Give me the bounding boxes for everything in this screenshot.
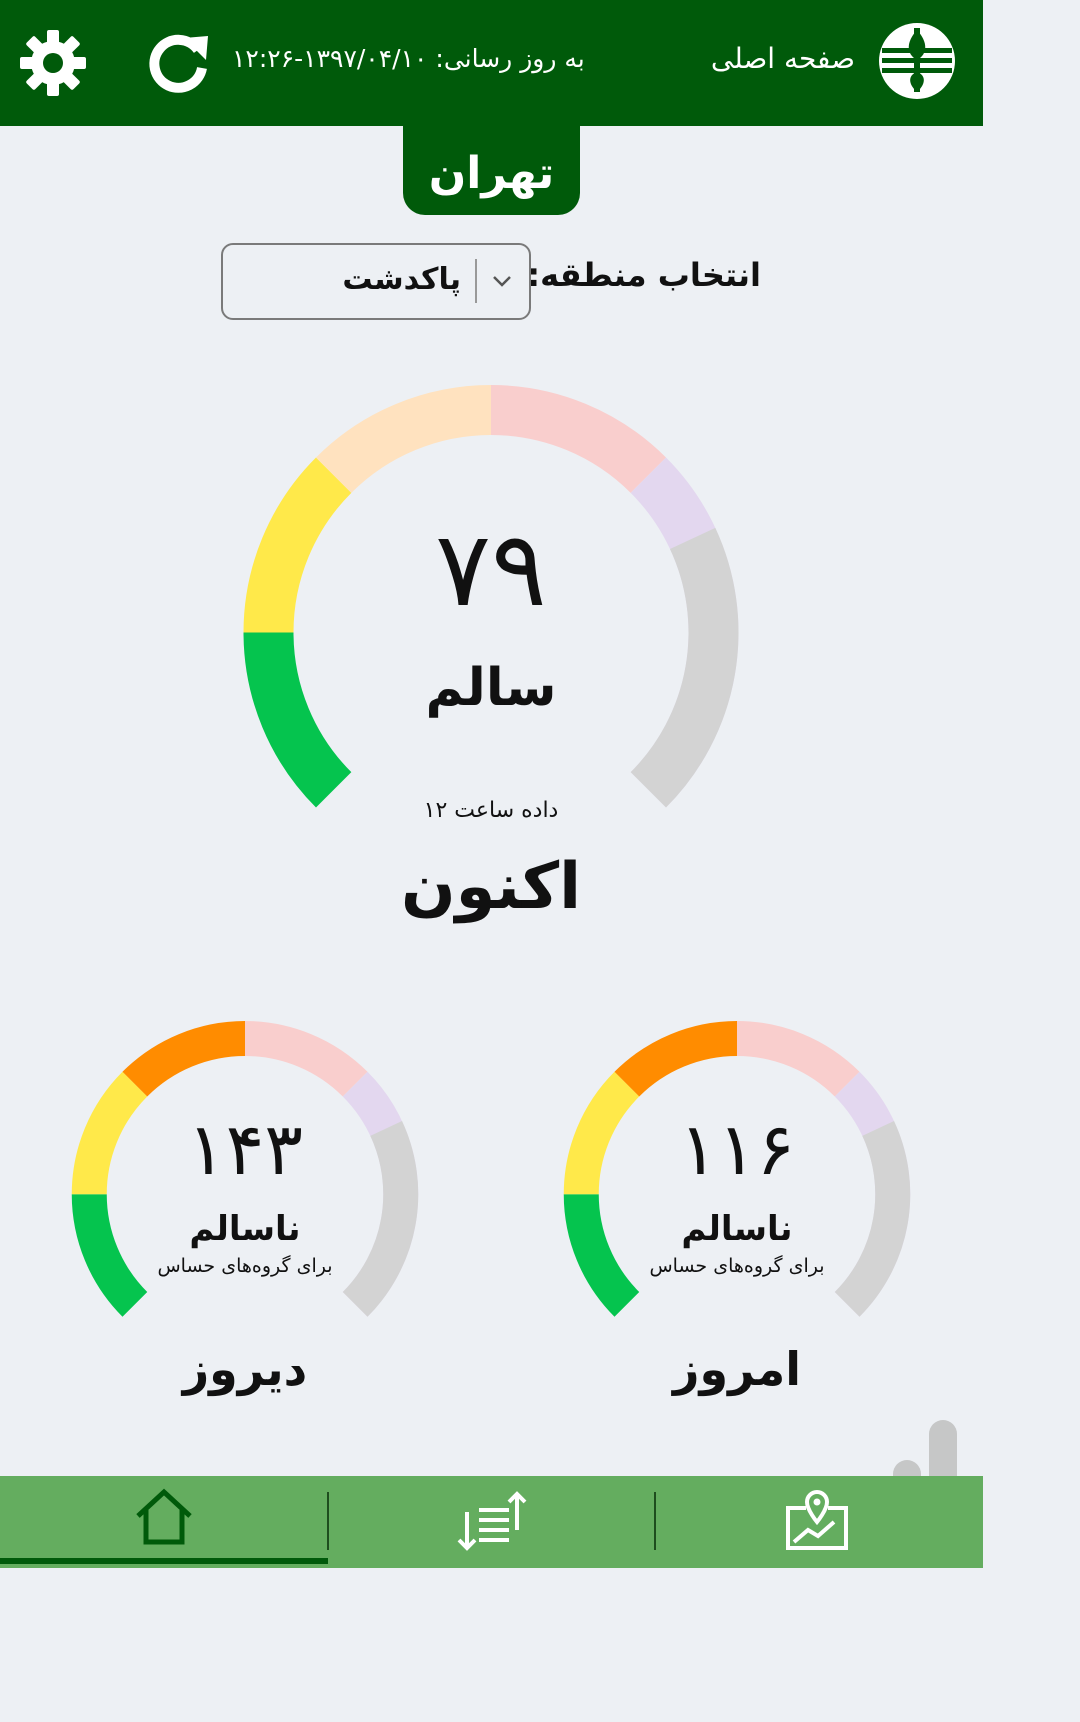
gauge-band-unhealthy bbox=[244, 1021, 368, 1097]
sort-list-icon bbox=[457, 1491, 527, 1551]
region-select[interactable]: پاکدشت bbox=[221, 243, 531, 320]
aqi-sub-today: برای گروه‌های حساس bbox=[649, 1255, 825, 1277]
data-hour-note: داده ساعت ۱۲ bbox=[423, 798, 559, 823]
aqi-gauge-yesterday: ۱۴۳ ناسالم برای گروه‌های حساس bbox=[70, 1019, 420, 1319]
bottom-navigation bbox=[0, 1476, 983, 1568]
gauge-band-sensitive bbox=[315, 385, 492, 494]
last-updated-text: به روز رسانی: ۱۳۹۷/۰۴/۱۰-۱۲:۲۶ bbox=[232, 44, 585, 73]
yesterday-label: دیروز bbox=[182, 1342, 308, 1396]
aqi-value-now: ۷۹ bbox=[435, 508, 547, 630]
aqi-status-yesterday: ناسالم bbox=[189, 1209, 301, 1249]
today-label: امروز bbox=[673, 1342, 801, 1396]
nav-list[interactable] bbox=[329, 1476, 655, 1568]
home-title[interactable]: صفحه اصلی bbox=[711, 42, 855, 75]
aqi-value-today: ۱۱۶ bbox=[678, 1107, 795, 1191]
gauge-band-unhealthy bbox=[490, 385, 667, 494]
logo-icon bbox=[879, 23, 955, 99]
nav-home[interactable] bbox=[0, 1476, 328, 1568]
aqi-status-now: سالم bbox=[425, 658, 557, 718]
app-header: صفحه اصلی به روز رسانی: ۱۳۹۷/۰۴/۱۰-۱۲:۲۶ bbox=[0, 0, 983, 126]
nav-active-indicator bbox=[0, 1558, 328, 1564]
region-select-value: پاکدشت bbox=[342, 262, 461, 297]
refresh-icon[interactable] bbox=[146, 28, 212, 94]
gear-icon[interactable] bbox=[18, 28, 88, 98]
chevron-down-icon bbox=[493, 276, 511, 287]
map-pin-icon bbox=[786, 1489, 848, 1550]
aqi-status-today: ناسالم bbox=[681, 1209, 793, 1249]
now-label: اکنون bbox=[400, 850, 582, 924]
aqi-gauge-today: ۱۱۶ ناسالم برای گروه‌های حساس bbox=[562, 1019, 912, 1319]
aqi-value-yesterday: ۱۴۳ bbox=[186, 1107, 303, 1191]
gauge-band-unhealthy bbox=[736, 1021, 860, 1097]
city-tab[interactable]: تهران bbox=[403, 126, 580, 215]
home-icon bbox=[136, 1488, 192, 1545]
aqi-sub-yesterday: برای گروه‌های حساس bbox=[157, 1255, 333, 1277]
region-label: انتخاب منطقه: bbox=[527, 256, 761, 294]
select-divider bbox=[475, 259, 477, 303]
aqi-gauge-now: ۷۹ سالم bbox=[241, 383, 741, 813]
nav-map[interactable] bbox=[656, 1476, 983, 1568]
